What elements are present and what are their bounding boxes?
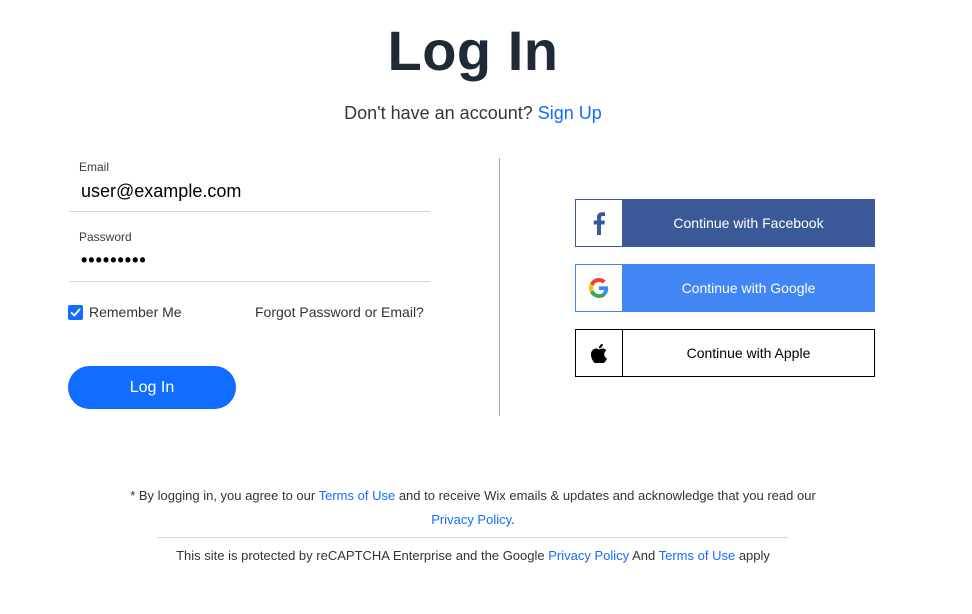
vertical-divider <box>499 158 500 416</box>
remember-me-label: Remember Me <box>89 304 182 320</box>
continue-with-facebook-button[interactable]: Continue with Facebook <box>575 199 875 247</box>
password-label: Password <box>79 230 132 244</box>
forgot-password-link[interactable]: Forgot Password or Email? <box>255 304 424 320</box>
privacy-policy-link[interactable]: Privacy Policy <box>431 512 511 527</box>
signup-link[interactable]: Sign Up <box>538 103 602 123</box>
no-account-text: Don't have an account? <box>344 103 533 123</box>
apple-icon-box <box>576 330 623 376</box>
remember-me-checkbox[interactable] <box>68 304 83 320</box>
remember-me[interactable]: Remember Me <box>68 304 182 320</box>
login-page: Log In Don't have an account? Sign Up Em… <box>0 0 972 614</box>
google-terms-of-use-link[interactable]: Terms of Use <box>659 548 736 563</box>
google-privacy-policy-link[interactable]: Privacy Policy <box>548 548 629 563</box>
email-label: Email <box>79 160 110 174</box>
facebook-icon <box>593 212 605 235</box>
recaptcha-prefix: This site is protected by reCAPTCHA Ente… <box>176 548 545 563</box>
page-title: Log In <box>387 19 559 82</box>
login-button[interactable]: Log In <box>68 366 236 409</box>
facebook-icon-box <box>576 200 623 246</box>
recaptcha-and: And <box>632 548 656 563</box>
recaptcha-notice: This site is protected by reCAPTCHA Ente… <box>0 548 946 563</box>
password-field[interactable]: Password ••••••••• <box>69 229 430 282</box>
check-icon <box>70 308 81 316</box>
footer-divider <box>157 537 788 538</box>
password-input[interactable]: ••••••••• <box>81 250 147 271</box>
terms-notice: * By logging in, you agree to our Terms … <box>120 484 826 532</box>
facebook-button-label: Continue with Facebook <box>623 200 874 246</box>
google-icon-box <box>576 265 623 311</box>
signup-prompt: Don't have an account? Sign Up <box>0 103 946 124</box>
google-button-label: Continue with Google <box>623 265 874 311</box>
terms-of-use-link[interactable]: Terms of Use <box>319 488 396 503</box>
apple-icon <box>591 343 607 363</box>
continue-with-apple-button[interactable]: Continue with Apple <box>575 329 875 377</box>
apple-button-label: Continue with Apple <box>623 330 874 376</box>
email-input[interactable] <box>81 179 411 203</box>
continue-with-google-button[interactable]: Continue with Google <box>575 264 875 312</box>
terms-prefix: * By logging in, you agree to our <box>130 488 316 503</box>
google-icon <box>589 278 609 298</box>
terms-middle: and to receive Wix emails & updates and … <box>398 488 816 503</box>
terms-suffix: . <box>511 512 515 527</box>
recaptcha-suffix: apply <box>738 548 770 563</box>
email-field[interactable]: Email <box>69 159 430 212</box>
